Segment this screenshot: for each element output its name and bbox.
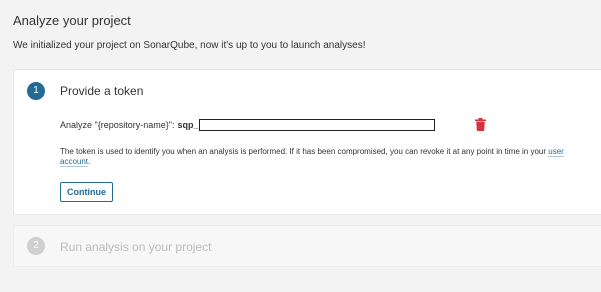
token-prefix: sqp_	[177, 120, 199, 130]
step-2-number-badge: 2	[27, 237, 45, 255]
token-value-field[interactable]	[199, 119, 436, 131]
token-label: Analyze "{repository-name}":	[60, 120, 175, 130]
help-text-before: The token is used to identify you when a…	[60, 147, 549, 156]
step-1-number-badge: 1	[27, 82, 45, 100]
trash-icon[interactable]	[475, 118, 486, 131]
token-row: Analyze "{repository-name}": sqp_	[60, 118, 436, 132]
step-provide-token-card: 1 Provide a token Analyze "{repository-n…	[13, 69, 601, 215]
help-text-after: .	[88, 157, 91, 166]
page-subtitle: We initialized your project on SonarQube…	[13, 40, 366, 51]
token-help-text: The token is used to identify you when a…	[60, 147, 570, 167]
step-run-analysis-card: 2 Run analysis on your project	[13, 225, 601, 267]
continue-button[interactable]: Continue	[60, 182, 113, 202]
page-title: Analyze your project	[13, 13, 131, 28]
step-1-title: Provide a token	[60, 84, 144, 98]
step-2-title: Run analysis on your project	[60, 240, 212, 254]
